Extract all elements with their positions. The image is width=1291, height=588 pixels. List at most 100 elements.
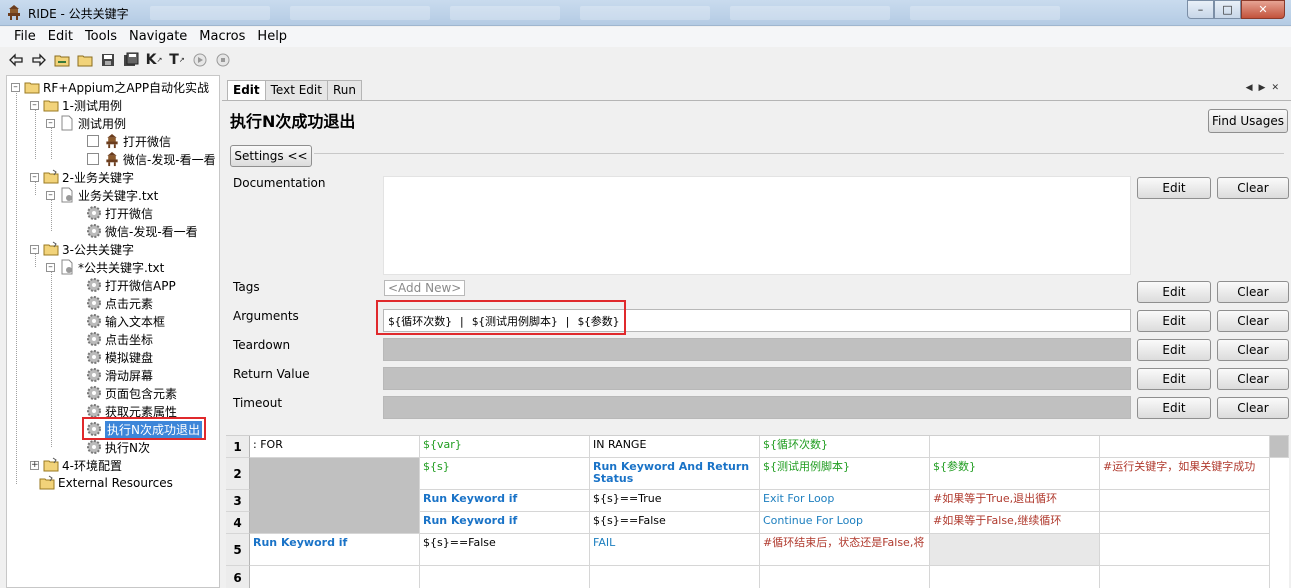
tree-item-external-resources[interactable]: External Resources [39,474,173,492]
grid-cell[interactable]: ${s}==True [590,490,760,512]
stop-icon[interactable] [213,50,233,70]
close-button[interactable]: ✕ [1241,0,1285,19]
minimize-button[interactable]: – [1187,0,1214,19]
timeout-field[interactable] [383,396,1131,419]
grid-cell[interactable] [930,566,1100,588]
find-usages-button[interactable]: Find Usages [1208,109,1288,133]
maximize-button[interactable]: □ [1214,0,1241,19]
collapse-toggle[interactable]: – [30,172,39,182]
row-header[interactable]: 5 [226,534,250,566]
collapse-toggle[interactable]: – [30,100,39,110]
grid-cell[interactable] [1100,566,1270,588]
teardown-field[interactable] [383,338,1131,361]
grid-cell[interactable] [1100,512,1270,534]
search-tests-icon[interactable]: T ↗ [167,50,187,70]
grid-cell[interactable]: FAIL [590,534,760,566]
timeout-edit-button[interactable]: Edit [1137,397,1211,419]
tree-item-keyword[interactable]: 执行N次 [86,438,150,456]
open-project-icon[interactable] [52,50,72,70]
tags-edit-button[interactable]: Edit [1137,281,1211,303]
test-checkbox[interactable] [87,135,99,147]
documentation-editor[interactable] [383,176,1131,275]
grid-cell[interactable]: ${var} [420,436,590,458]
grid-cell[interactable]: #运行关键字，如果关键字成功 [1100,458,1270,490]
teardown-edit-button[interactable]: Edit [1137,339,1211,361]
tree-item-suite-1[interactable]: – 1-测试用例 [30,96,122,114]
tab-edit[interactable]: Edit [227,80,266,100]
save-all-icon[interactable] [121,50,141,70]
forward-arrow-icon[interactable] [29,50,49,70]
grid-cell[interactable]: : FOR [250,436,420,458]
run-icon[interactable] [190,50,210,70]
menu-help[interactable]: Help [251,27,293,47]
row-header[interactable]: 1 [226,436,250,458]
grid-cell[interactable] [930,534,1100,566]
search-keywords-icon[interactable]: K ↗ [144,50,164,70]
add-tag-field[interactable]: <Add New> [384,280,466,296]
documentation-edit-button[interactable]: Edit [1137,177,1211,199]
return-value-edit-button[interactable]: Edit [1137,368,1211,390]
tree-item-keyword[interactable]: 微信-发现-看一看 [86,222,198,240]
back-arrow-icon[interactable] [6,50,26,70]
grid-cell[interactable]: #如果等于False,继续循环 [930,512,1100,534]
grid-cell[interactable]: #循环结束后，状态还是False,将 [760,534,930,566]
row-header[interactable]: 3 [226,490,250,512]
tree-item-keyword[interactable]: 点击坐标 [86,330,153,348]
tree-item-keyword[interactable]: 打开微信APP [86,276,176,294]
timeout-clear-button[interactable]: Clear [1217,397,1289,419]
tree-item-suite-4[interactable]: + 4-环境配置 [30,456,122,474]
grid-cell[interactable] [420,566,590,588]
tree-item-keyword[interactable]: 滑动屏幕 [86,366,153,384]
grid-cell[interactable] [1100,534,1270,566]
grid-cell[interactable]: Exit For Loop [760,490,930,512]
arguments-clear-button[interactable]: Clear [1217,310,1289,332]
collapse-toggle[interactable]: – [46,118,55,128]
tree-item-keyword[interactable]: 模拟键盘 [86,348,153,366]
grid-cell[interactable]: ${测试用例脚本} [760,458,930,490]
tree-item-keyword[interactable]: 点击元素 [86,294,153,312]
grid-cell-indent[interactable] [250,458,420,534]
tree-item-keyword[interactable]: 输入文本框 [86,312,165,330]
tree-item-resource-file[interactable]: – *公共关键字.txt [46,258,164,276]
grid-cell[interactable]: IN RANGE [590,436,760,458]
grid-cell[interactable] [250,566,420,588]
menu-navigate[interactable]: Navigate [123,27,193,47]
collapse-toggle[interactable]: – [11,82,20,92]
tags-clear-button[interactable]: Clear [1217,281,1289,303]
test-checkbox[interactable] [87,153,99,165]
row-header[interactable]: 6 [226,566,250,588]
grid-cell[interactable]: ${循环次数} [760,436,930,458]
grid-cell[interactable]: ${s}==False [420,534,590,566]
tree-root[interactable]: – RF+Appium之APP自动化实战 [11,78,209,96]
grid-cell[interactable]: ${参数} [930,458,1100,490]
grid-cell[interactable]: Run Keyword if [250,534,420,566]
arguments-edit-button[interactable]: Edit [1137,310,1211,332]
grid-cell[interactable] [590,566,760,588]
tree-item-suite-2[interactable]: – 2-业务关键字 [30,168,134,186]
return-value-clear-button[interactable]: Clear [1217,368,1289,390]
grid-cell[interactable] [760,566,930,588]
tree-item-resource-file[interactable]: – 业务关键字.txt [46,186,158,204]
grid-cell[interactable] [1100,436,1270,458]
menu-file[interactable]: File [8,27,42,47]
grid-cell[interactable] [930,436,1100,458]
tree-item-test[interactable]: 微信-发现-看一看 [87,150,216,168]
grid-cell[interactable]: Run Keyword if [420,512,590,534]
grid-cell[interactable]: #如果等于True,退出循环 [930,490,1100,512]
tree-item-keyword[interactable]: 打开微信 [86,204,153,222]
expand-toggle[interactable]: + [30,460,39,470]
row-header[interactable]: 4 [226,512,250,534]
tree-item-test[interactable]: 打开微信 [87,132,171,150]
collapse-toggle[interactable]: – [46,262,55,272]
row-header[interactable]: 2 [226,458,250,490]
tab-text-edit[interactable]: Text Edit [264,80,328,100]
grid-cell[interactable]: ${s}==False [590,512,760,534]
tree-item-testcase-file[interactable]: – 测试用例 [46,114,126,132]
grid-cell[interactable]: Run Keyword if [420,490,590,512]
grid-cell[interactable] [1100,490,1270,512]
collapse-toggle[interactable]: – [30,244,39,254]
grid-cell[interactable]: Continue For Loop [760,512,930,534]
teardown-clear-button[interactable]: Clear [1217,339,1289,361]
documentation-clear-button[interactable]: Clear [1217,177,1289,199]
menu-edit[interactable]: Edit [42,27,79,47]
